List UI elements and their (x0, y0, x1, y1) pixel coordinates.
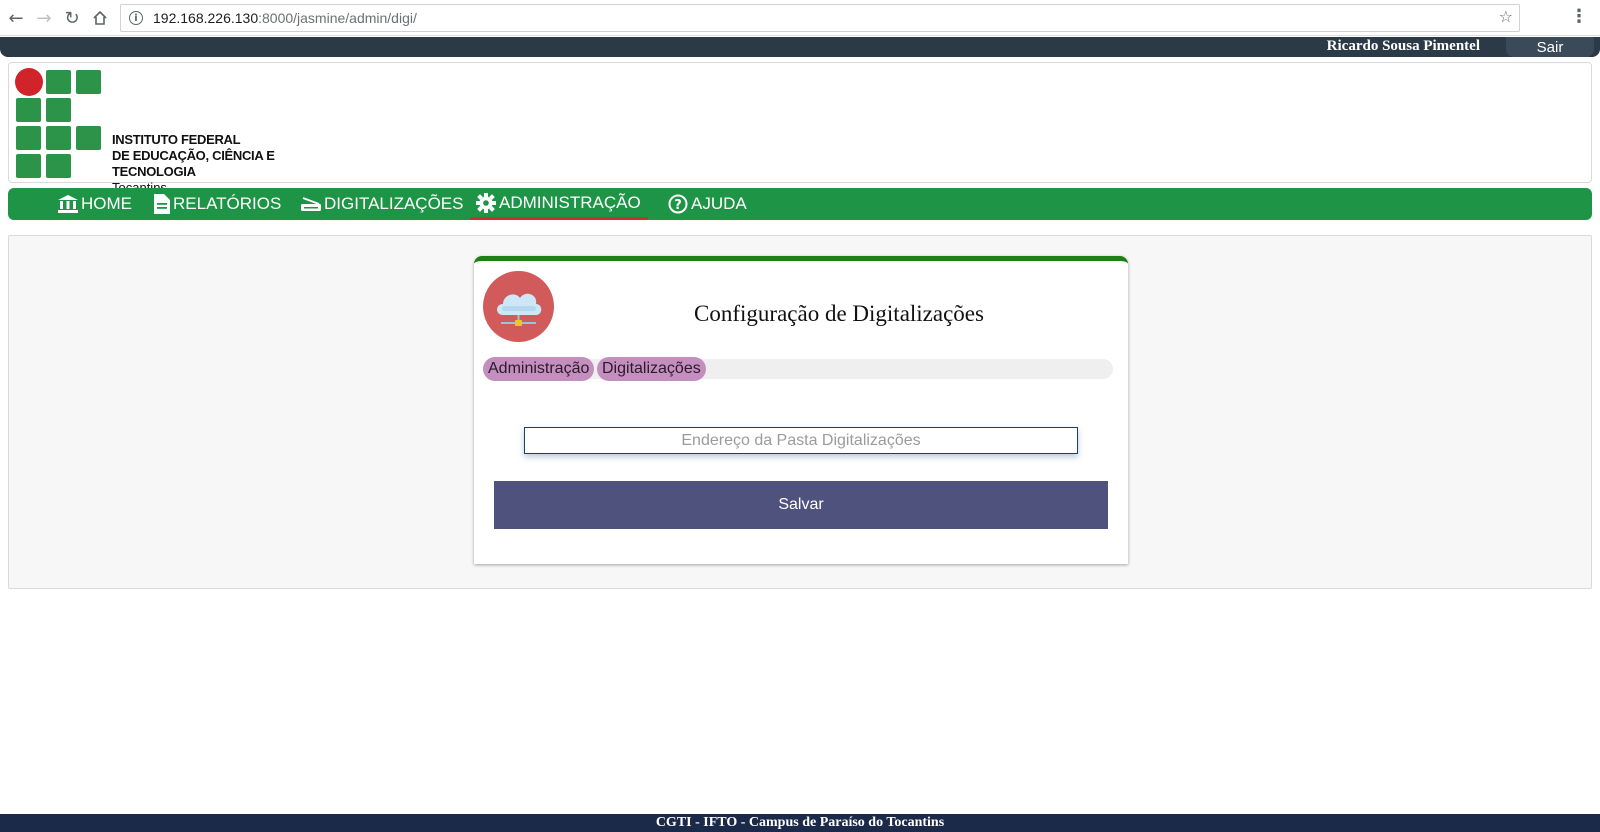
footer: CGTI - IFTO - Campus de Paraíso do Tocan… (0, 814, 1600, 832)
user-name: Ricardo Sousa Pimentel (1326, 38, 1480, 54)
bank-icon (58, 195, 78, 213)
nav-item-home[interactable]: HOME (52, 188, 138, 220)
nav-item-digitalizacoes[interactable]: DIGITALIZAÇÕES (295, 188, 470, 220)
address-bar[interactable]: i 192.168.226.130:8000/jasmine/admin/dig… (120, 4, 1520, 32)
browser-menu-icon[interactable]: ⋮ (1570, 6, 1588, 27)
logo-square (76, 70, 101, 94)
url-path: :8000/jasmine/admin/digi/ (258, 10, 417, 26)
logo-square (46, 70, 71, 94)
nav-label-administracao: ADMINISTRAÇÃO (499, 192, 641, 212)
home-icon[interactable] (88, 6, 112, 30)
reload-icon[interactable]: ↻ (60, 6, 84, 30)
logo-square (46, 98, 71, 122)
back-arrow-icon[interactable]: ← (4, 6, 28, 30)
scanner-icon (301, 197, 321, 211)
folder-path-input[interactable] (524, 427, 1078, 454)
logout-button[interactable]: Sair (1506, 37, 1594, 57)
bookmark-star-icon[interactable]: ☆ (1499, 7, 1513, 26)
ifto-logo: INSTITUTO FEDERAL DE EDUCAÇÃO, CIÊNCIA E… (15, 68, 335, 195)
breadcrumb-item-administracao[interactable]: Administração (483, 357, 595, 381)
browser-toolbar: ← → ↻ i 192.168.226.130:8000/jasmine/adm… (0, 0, 1600, 36)
content-area: Configuração de Digitalizações Administr… (8, 235, 1592, 589)
logo-square (46, 126, 71, 150)
nav-label-home: HOME (81, 194, 132, 213)
save-button[interactable]: Salvar (494, 481, 1108, 529)
user-bar: Ricardo Sousa Pimentel Sair (0, 37, 1600, 57)
logo-square (16, 154, 41, 178)
info-icon[interactable]: i (129, 11, 143, 25)
logo-line-2: DE EDUCAÇÃO, CIÊNCIA E TECNOLOGIA (112, 148, 275, 179)
nav-label-relatorios: RELATÓRIOS (173, 194, 282, 213)
logo-text: INSTITUTO FEDERAL DE EDUCAÇÃO, CIÊNCIA E… (112, 132, 335, 196)
cloud-network-icon (483, 271, 554, 342)
main-nav: HOME RELATÓRIOS DIGITALIZAÇÕES ADMINISTR… (8, 188, 1592, 220)
nav-label-ajuda: AJUDA (691, 194, 747, 213)
logo-square (46, 154, 71, 178)
logo-square (76, 126, 101, 150)
page-title: Configuração de Digitalizações (694, 301, 984, 326)
document-icon (154, 194, 170, 214)
nav-item-relatorios[interactable]: RELATÓRIOS (148, 188, 287, 220)
svg-text:?: ? (674, 198, 682, 213)
nav-item-ajuda[interactable]: ? AJUDA (662, 188, 753, 220)
logo-square (16, 98, 41, 122)
nav-item-administracao[interactable]: ADMINISTRAÇÃO (470, 188, 648, 220)
gear-icon (476, 192, 496, 213)
breadcrumb-item-digitalizacoes[interactable]: Digitalizações (597, 357, 706, 381)
help-circle-icon: ? (668, 194, 688, 214)
site-header: INSTITUTO FEDERAL DE EDUCAÇÃO, CIÊNCIA E… (8, 62, 1592, 195)
nav-label-digitalizacoes: DIGITALIZAÇÕES (324, 194, 464, 213)
config-card: Configuração de Digitalizações Administr… (474, 256, 1128, 564)
logo-line-1: INSTITUTO FEDERAL (112, 132, 241, 147)
breadcrumb: Administração Digitalizações (483, 357, 1113, 381)
url-host: 192.168.226.130 (153, 10, 259, 26)
logo-red-dot (15, 68, 43, 96)
forward-arrow-icon[interactable]: → (32, 6, 56, 30)
logo-square (16, 126, 41, 150)
